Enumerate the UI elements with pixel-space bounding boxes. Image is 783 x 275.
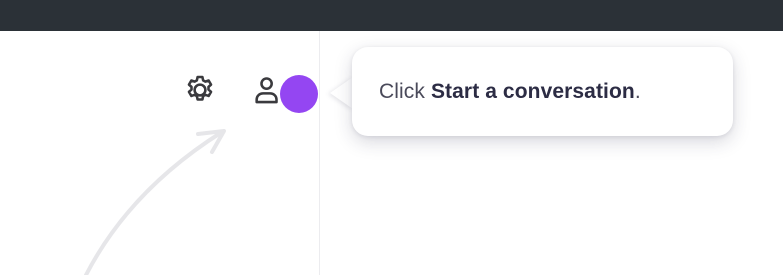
settings-button[interactable] [176, 66, 224, 114]
tooltip: Click Start a conversation. [352, 47, 733, 136]
tooltip-pointer [330, 77, 353, 109]
guide-arrow [84, 129, 226, 275]
gear-icon [187, 75, 213, 101]
tooltip-action: Start a conversation [430, 79, 635, 103]
tooltip-prefix: Click [379, 79, 431, 103]
app-window: Click Start a conversation. [0, 0, 783, 275]
highlight-dot[interactable] [280, 75, 318, 113]
tooltip-suffix: . [634, 79, 641, 103]
